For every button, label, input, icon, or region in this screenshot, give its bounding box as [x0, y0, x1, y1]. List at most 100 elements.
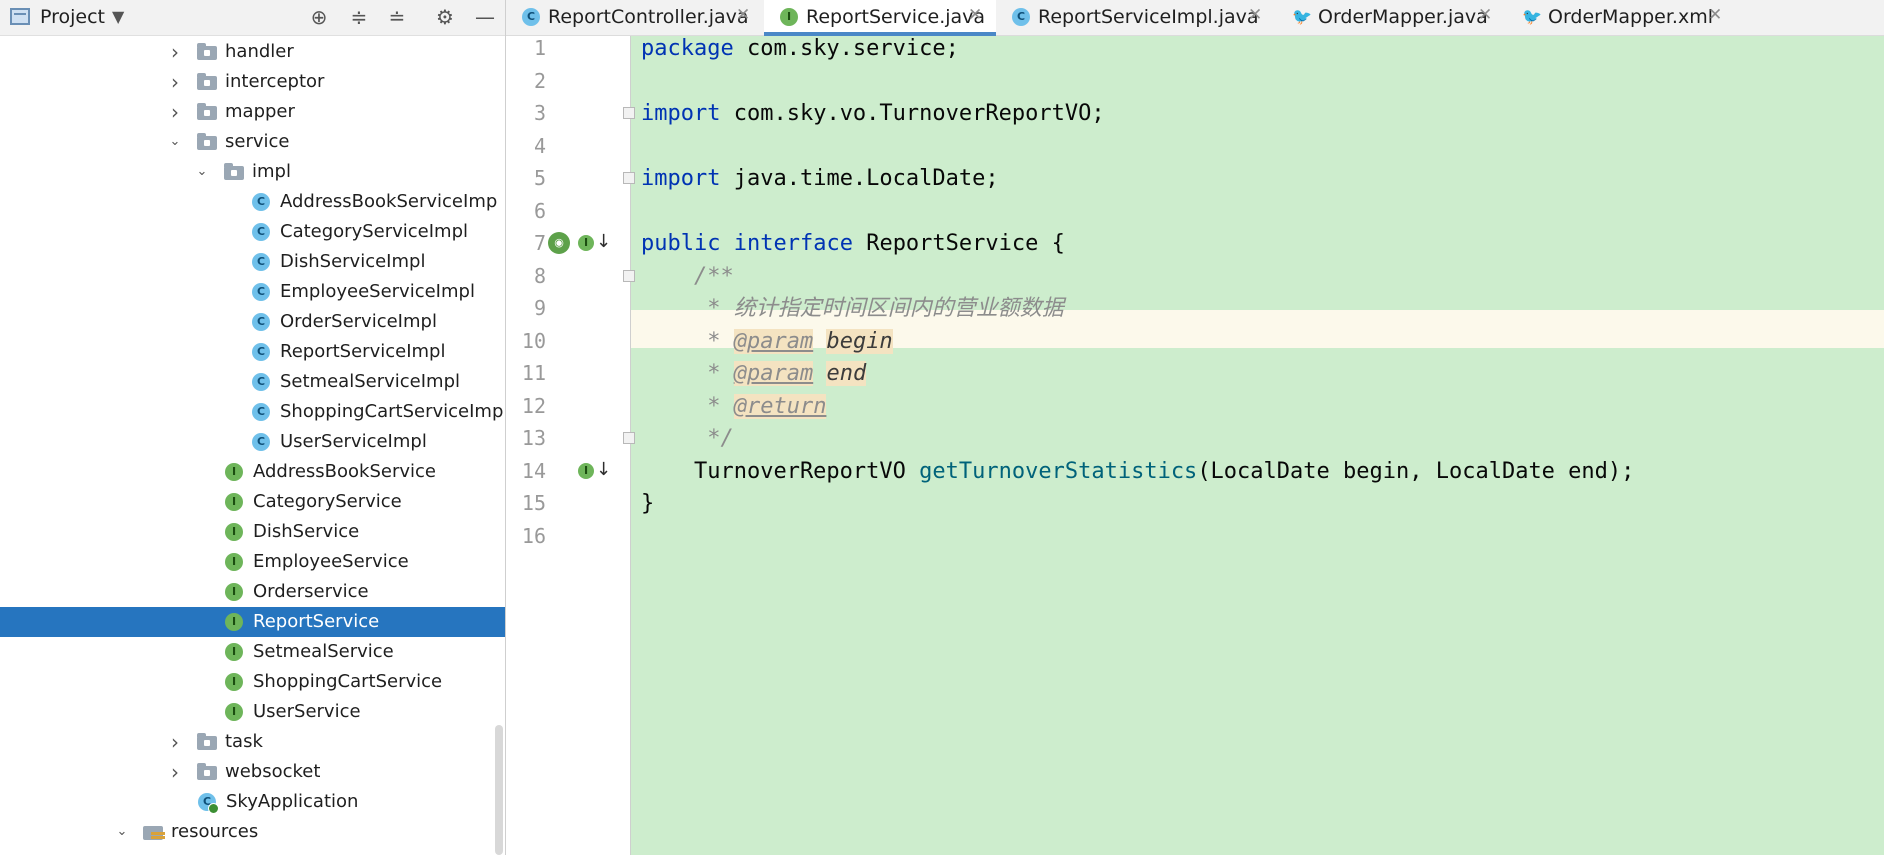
down-arrow-icon[interactable]: ↓ — [596, 459, 611, 480]
tree-item-dishserviceimpl[interactable]: C DishServiceImpl — [0, 247, 505, 277]
tab-ordermapper-xml[interactable]: 🐦 OrderMapper.xml ✕ — [1506, 0, 1736, 35]
editor-gutter: 1 2 3 4 5 6 7 8 9 10 11 12 13 14 15 16 ◉ I ↓ I ↓ — [506, 36, 635, 855]
tree-item-label: handler — [225, 41, 294, 62]
tree-item-userservice[interactable]: I UserService — [0, 697, 505, 727]
tree-item-employeeserviceimpl[interactable]: C EmployeeServiceImpl — [0, 277, 505, 307]
interface-icon: I — [225, 553, 243, 571]
tree-item-label: ReportService — [253, 611, 380, 632]
close-icon[interactable]: ✕ — [736, 5, 750, 25]
tree-item-interceptor[interactable]: › interceptor — [0, 67, 505, 97]
chevron-right-icon[interactable]: › — [167, 727, 183, 757]
tree-item-reportservice[interactable]: I ReportService — [0, 607, 505, 637]
chevron-right-icon[interactable]: › — [167, 97, 183, 127]
fold-marker-icon[interactable] — [623, 107, 635, 119]
close-icon[interactable]: ✕ — [968, 5, 982, 25]
tree-item-label: ShoppingCartServiceImp — [280, 401, 504, 422]
resources-folder-icon — [143, 826, 165, 840]
code-line-3[interactable]: import com.sky.vo.TurnoverReportVO; — [641, 94, 1105, 133]
tree-item-dishservice[interactable]: I DishService — [0, 517, 505, 547]
tree-item-setmealserviceimpl[interactable]: C SetmealServiceImpl — [0, 367, 505, 397]
class-icon: C — [252, 403, 270, 421]
tree-item-service[interactable]: ⌄ service — [0, 127, 505, 157]
code-editor[interactable]: 1 2 3 4 5 6 7 8 9 10 11 12 13 14 15 16 ◉ I ↓ I ↓ package com… — [506, 36, 1884, 855]
tree-item-employeeservice[interactable]: I EmployeeService — [0, 547, 505, 577]
tree-item-mapper[interactable]: › mapper — [0, 97, 505, 127]
tree-item-label: websocket — [225, 761, 321, 782]
interface-icon[interactable]: I — [578, 462, 594, 479]
chevron-down-icon[interactable]: ⌄ — [114, 817, 130, 847]
tree-item-websocket[interactable]: › websocket — [0, 757, 505, 787]
tab-ordermapper-java[interactable]: 🐦 OrderMapper.java ✕ — [1276, 0, 1506, 35]
class-icon: C — [252, 343, 270, 361]
tree-scrollbar[interactable] — [495, 725, 503, 855]
fold-marker-icon[interactable] — [623, 269, 635, 282]
collapse-all-icon[interactable]: ≐ — [384, 4, 410, 30]
interface-icon: I — [225, 613, 243, 631]
folder-icon — [197, 73, 217, 90]
chevron-down-icon[interactable]: ⌄ — [194, 157, 210, 187]
tree-item-shoppingcartserviceimp[interactable]: C ShoppingCartServiceImp — [0, 397, 505, 427]
code-line-1[interactable]: package com.sky.service; — [641, 29, 959, 68]
tree-item-reportserviceimpl[interactable]: C ReportServiceImpl — [0, 337, 505, 367]
interface-icon: I — [225, 583, 243, 601]
interface-icon: I — [225, 643, 243, 661]
implemented-by-icon[interactable]: ◉ — [548, 232, 570, 254]
close-icon[interactable]: ✕ — [1478, 5, 1492, 25]
minimize-icon[interactable]: — — [472, 4, 498, 30]
expand-all-icon[interactable]: ≑ — [346, 4, 372, 30]
tree-item-task[interactable]: › task — [0, 727, 505, 757]
tree-item-addressbookservice[interactable]: I AddressBookService — [0, 457, 505, 487]
chevron-down-icon[interactable]: ⌄ — [167, 127, 183, 157]
fold-marker-icon[interactable] — [623, 432, 635, 444]
class-icon: C — [1012, 8, 1030, 26]
tab-reportserviceimpl-java[interactable]: C ReportServiceImpl.java ✕ — [996, 0, 1276, 35]
mybatis-xml-icon: 🐦 — [1522, 7, 1542, 26]
tree-item-label: resources — [171, 821, 259, 842]
tree-item-orderserviceimpl[interactable]: C OrderServiceImpl — [0, 307, 505, 337]
tree-item-label: CategoryService — [253, 491, 402, 512]
folder-icon — [224, 163, 244, 180]
folder-icon — [197, 43, 217, 60]
chevron-right-icon[interactable]: › — [167, 37, 183, 67]
tree-item-label: task — [225, 731, 263, 752]
folder-icon — [197, 103, 217, 120]
tab-label: ReportService.java — [806, 6, 986, 28]
tree-item-categoryservice[interactable]: I CategoryService — [0, 487, 505, 517]
tree-item-shoppingcartservice[interactable]: I ShoppingCartService — [0, 667, 505, 697]
tree-item-handler[interactable]: › handler — [0, 37, 505, 67]
tree-item-addressbookserviceimp[interactable]: C AddressBookServiceImp — [0, 187, 505, 217]
tree-item-label: mapper — [225, 101, 295, 122]
tree-item-label: impl — [252, 161, 291, 182]
tree-item-categoryserviceimpl[interactable]: C CategoryServiceImpl — [0, 217, 505, 247]
tree-item-label: AddressBookServiceImp — [280, 191, 498, 212]
tree-item-label: ReportServiceImpl — [280, 341, 446, 362]
tree-item-orderservice[interactable]: I Orderservice — [0, 577, 505, 607]
chevron-right-icon[interactable]: › — [167, 757, 183, 787]
tree-item-label: interceptor — [225, 71, 325, 92]
interface-icon[interactable]: I — [578, 235, 594, 251]
tree-item-setmealservice[interactable]: I SetmealService — [0, 637, 505, 667]
down-arrow-icon[interactable]: ↓ — [596, 231, 611, 252]
code-line-14[interactable]: TurnoverReportVO getTurnoverStatistics(L… — [641, 452, 1634, 491]
fold-marker-icon[interactable] — [623, 172, 635, 184]
tree-item-label: UserService — [253, 701, 361, 722]
tree-item-impl[interactable]: ⌄ impl — [0, 157, 505, 187]
chevron-down-icon[interactable]: ▼ — [112, 7, 124, 26]
tree-item-label: SetmealService — [253, 641, 394, 662]
close-icon[interactable]: ✕ — [1248, 5, 1262, 25]
tree-item-label: DishService — [253, 521, 360, 542]
close-icon[interactable]: ✕ — [1708, 5, 1722, 25]
tree-item-label: EmployeeServiceImpl — [280, 281, 475, 302]
tree-item-skyapplication[interactable]: C SkyApplication — [0, 787, 505, 817]
project-view-selector[interactable]: Project — [40, 6, 105, 28]
tree-item-resources[interactable]: ⌄ resources — [0, 817, 505, 847]
gear-icon[interactable]: ⚙ — [432, 4, 458, 30]
code-line-15[interactable]: } — [641, 484, 654, 523]
line-number: 16 — [521, 523, 546, 548]
code-line-5[interactable]: import java.time.LocalDate; — [641, 159, 999, 198]
interface-icon: I — [225, 523, 243, 541]
locate-icon[interactable]: ⊕ — [306, 4, 332, 30]
tree-item-userserviceimpl[interactable]: C UserServiceImpl — [0, 427, 505, 457]
chevron-right-icon[interactable]: › — [167, 67, 183, 97]
class-icon: C — [252, 253, 270, 271]
